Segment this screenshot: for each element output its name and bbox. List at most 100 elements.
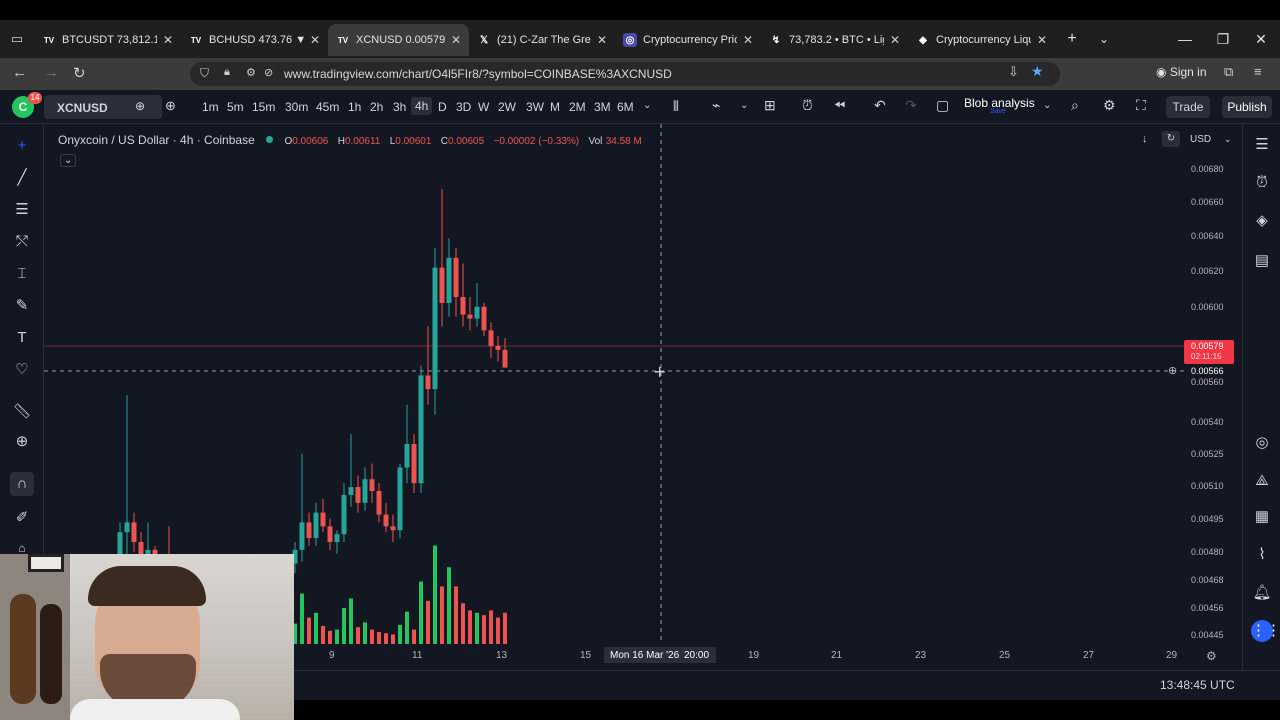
price-tick-label: 0.00540 bbox=[1191, 417, 1224, 427]
volume-bar bbox=[335, 629, 339, 644]
volume-label: Vol bbox=[588, 136, 603, 147]
volume-bar bbox=[475, 612, 479, 644]
fib-tool-icon[interactable]: ☰ bbox=[10, 198, 34, 222]
legend-collapse-icon[interactable]: ⌄ bbox=[60, 154, 77, 167]
price-tick-label: 0.00680 bbox=[1191, 164, 1224, 174]
favorites-icon[interactable]: ♡ bbox=[10, 358, 34, 382]
candle-body bbox=[404, 444, 410, 468]
volume-bar bbox=[503, 612, 507, 644]
right-sidebar: ☰ ⏰︎ ◈ ▤ ◎ ⟁ ▦ ⌇ 🔔︎ ⋮⋮ ? bbox=[1242, 124, 1280, 685]
candle-body bbox=[313, 512, 319, 539]
candle-body bbox=[460, 297, 466, 315]
candle-body bbox=[502, 349, 508, 368]
candle-body bbox=[355, 487, 361, 503]
price-tick-label: 0.00468 bbox=[1191, 575, 1224, 585]
guitar-image bbox=[40, 604, 62, 704]
price-tick-label: 0.00620 bbox=[1191, 266, 1224, 276]
time-settings-icon[interactable]: ⚙ bbox=[1206, 649, 1217, 663]
candle-body bbox=[418, 375, 424, 484]
candle-body bbox=[306, 522, 312, 539]
trendline-tool-icon[interactable]: ╱ bbox=[10, 166, 34, 190]
volume-bar bbox=[419, 581, 423, 644]
news-icon[interactable]: ⌇ bbox=[1251, 544, 1273, 566]
time-tick-label: 13 bbox=[496, 650, 508, 661]
volume-bar bbox=[307, 617, 311, 644]
crosshair-date: Mon 16 Mar '26 bbox=[610, 650, 680, 661]
candle-body bbox=[495, 346, 501, 350]
notifications-icon[interactable]: 🔔︎ bbox=[1251, 582, 1273, 604]
price-tick-label: 0.00445 bbox=[1191, 630, 1224, 640]
market-status-dot bbox=[266, 136, 274, 143]
alerts-icon[interactable]: ⏰︎ bbox=[1251, 172, 1273, 194]
add-alert-icon[interactable]: ⊕ bbox=[1168, 364, 1177, 377]
currency-selector[interactable]: USD bbox=[1190, 134, 1211, 145]
chat-icon[interactable]: ▤ bbox=[1251, 250, 1273, 272]
candle-body bbox=[474, 306, 480, 319]
candle-body bbox=[488, 330, 494, 346]
volume-bar bbox=[426, 600, 430, 644]
text-tool-icon[interactable]: T bbox=[10, 326, 34, 350]
time-tick-label: 29 bbox=[1166, 650, 1178, 661]
candle-body bbox=[383, 514, 389, 527]
webcam-overlay bbox=[0, 554, 294, 720]
target-icon[interactable]: ◎ bbox=[1251, 432, 1273, 454]
pattern-tool-icon[interactable]: ⤲ bbox=[10, 230, 34, 254]
forecast-tool-icon[interactable]: ⌶ bbox=[10, 262, 34, 286]
crosshair-time: 20:00 bbox=[684, 650, 710, 661]
volume-bar bbox=[482, 615, 486, 644]
ideas-icon[interactable]: ⟁ bbox=[1251, 470, 1273, 492]
lock-drawings-icon[interactable]: ✐ bbox=[10, 506, 34, 530]
volume-bar bbox=[461, 603, 465, 644]
candle-body bbox=[390, 526, 396, 531]
calendar-icon[interactable]: ▦ bbox=[1251, 506, 1273, 528]
candle-body bbox=[341, 494, 347, 535]
chart-symbol-title[interactable]: Onyxcoin / US Dollar · 4h · Coinbase bbox=[58, 133, 255, 147]
candle-body bbox=[327, 526, 333, 542]
price-tick-label: 0.00480 bbox=[1191, 547, 1224, 557]
volume-bar bbox=[321, 626, 325, 644]
watchlist-icon[interactable]: ☰ bbox=[1251, 134, 1273, 156]
brush-tool-icon[interactable]: ✎ bbox=[10, 294, 34, 318]
candle-body bbox=[299, 522, 305, 550]
chart-legend: Onyxcoin / US Dollar · 4h · Coinbase O0.… bbox=[58, 133, 642, 147]
candle-body bbox=[124, 522, 130, 533]
candle-body bbox=[131, 522, 137, 542]
guitar-image bbox=[10, 594, 36, 704]
candle-body bbox=[376, 491, 382, 515]
auto-scale-icon[interactable]: ↻ bbox=[1162, 131, 1180, 147]
layers-icon[interactable]: ◈ bbox=[1251, 210, 1273, 232]
volume-bar bbox=[440, 586, 444, 644]
volume-bar bbox=[405, 611, 409, 644]
measure-tool-icon[interactable]: 📏︎ bbox=[10, 400, 34, 424]
volume-bar bbox=[363, 622, 367, 644]
candle-body bbox=[453, 257, 459, 297]
volume-bar bbox=[447, 567, 451, 644]
bar-countdown: 02:11:15 bbox=[1191, 352, 1222, 361]
magnet-tool-icon[interactable]: ∩ bbox=[10, 472, 34, 496]
high-label: H bbox=[337, 136, 345, 147]
candle-body bbox=[362, 479, 368, 503]
high-value: 0.00611 bbox=[344, 136, 381, 147]
zoom-tool-icon[interactable]: ⊕ bbox=[10, 430, 34, 454]
price-tick-label: 0.00525 bbox=[1191, 449, 1224, 459]
time-tick-label: 11 bbox=[412, 650, 423, 661]
candle-body bbox=[320, 512, 326, 527]
volume-value: 34.58 M bbox=[605, 136, 642, 147]
utc-clock[interactable]: 13:48:45 UTC bbox=[1160, 678, 1235, 692]
close-value: 0.00605 bbox=[448, 136, 485, 147]
time-tick-label: 15 bbox=[580, 650, 592, 661]
volume-bar bbox=[489, 610, 493, 644]
candle-body bbox=[369, 479, 375, 492]
currency-dropdown-icon[interactable]: ⌄ bbox=[1224, 134, 1232, 145]
scroll-down-icon[interactable]: ↓ bbox=[1142, 133, 1148, 145]
crosshair-cursor: + bbox=[653, 362, 666, 381]
time-tick-label: 23 bbox=[915, 650, 927, 661]
drawing-toolbar: + ╱ ☰ ⤲ ⌶ ✎ T ♡ 📏︎ ⊕ ∩ ✐ ⌂ bbox=[0, 124, 44, 555]
volume-bar bbox=[454, 586, 458, 644]
candle-body bbox=[467, 314, 473, 319]
apps-icon[interactable]: ⋮⋮ bbox=[1251, 620, 1280, 642]
crosshair-tool-icon[interactable]: + bbox=[10, 134, 34, 158]
candle-body bbox=[439, 267, 445, 303]
candle-body bbox=[425, 375, 431, 390]
volume-bar bbox=[377, 632, 381, 644]
